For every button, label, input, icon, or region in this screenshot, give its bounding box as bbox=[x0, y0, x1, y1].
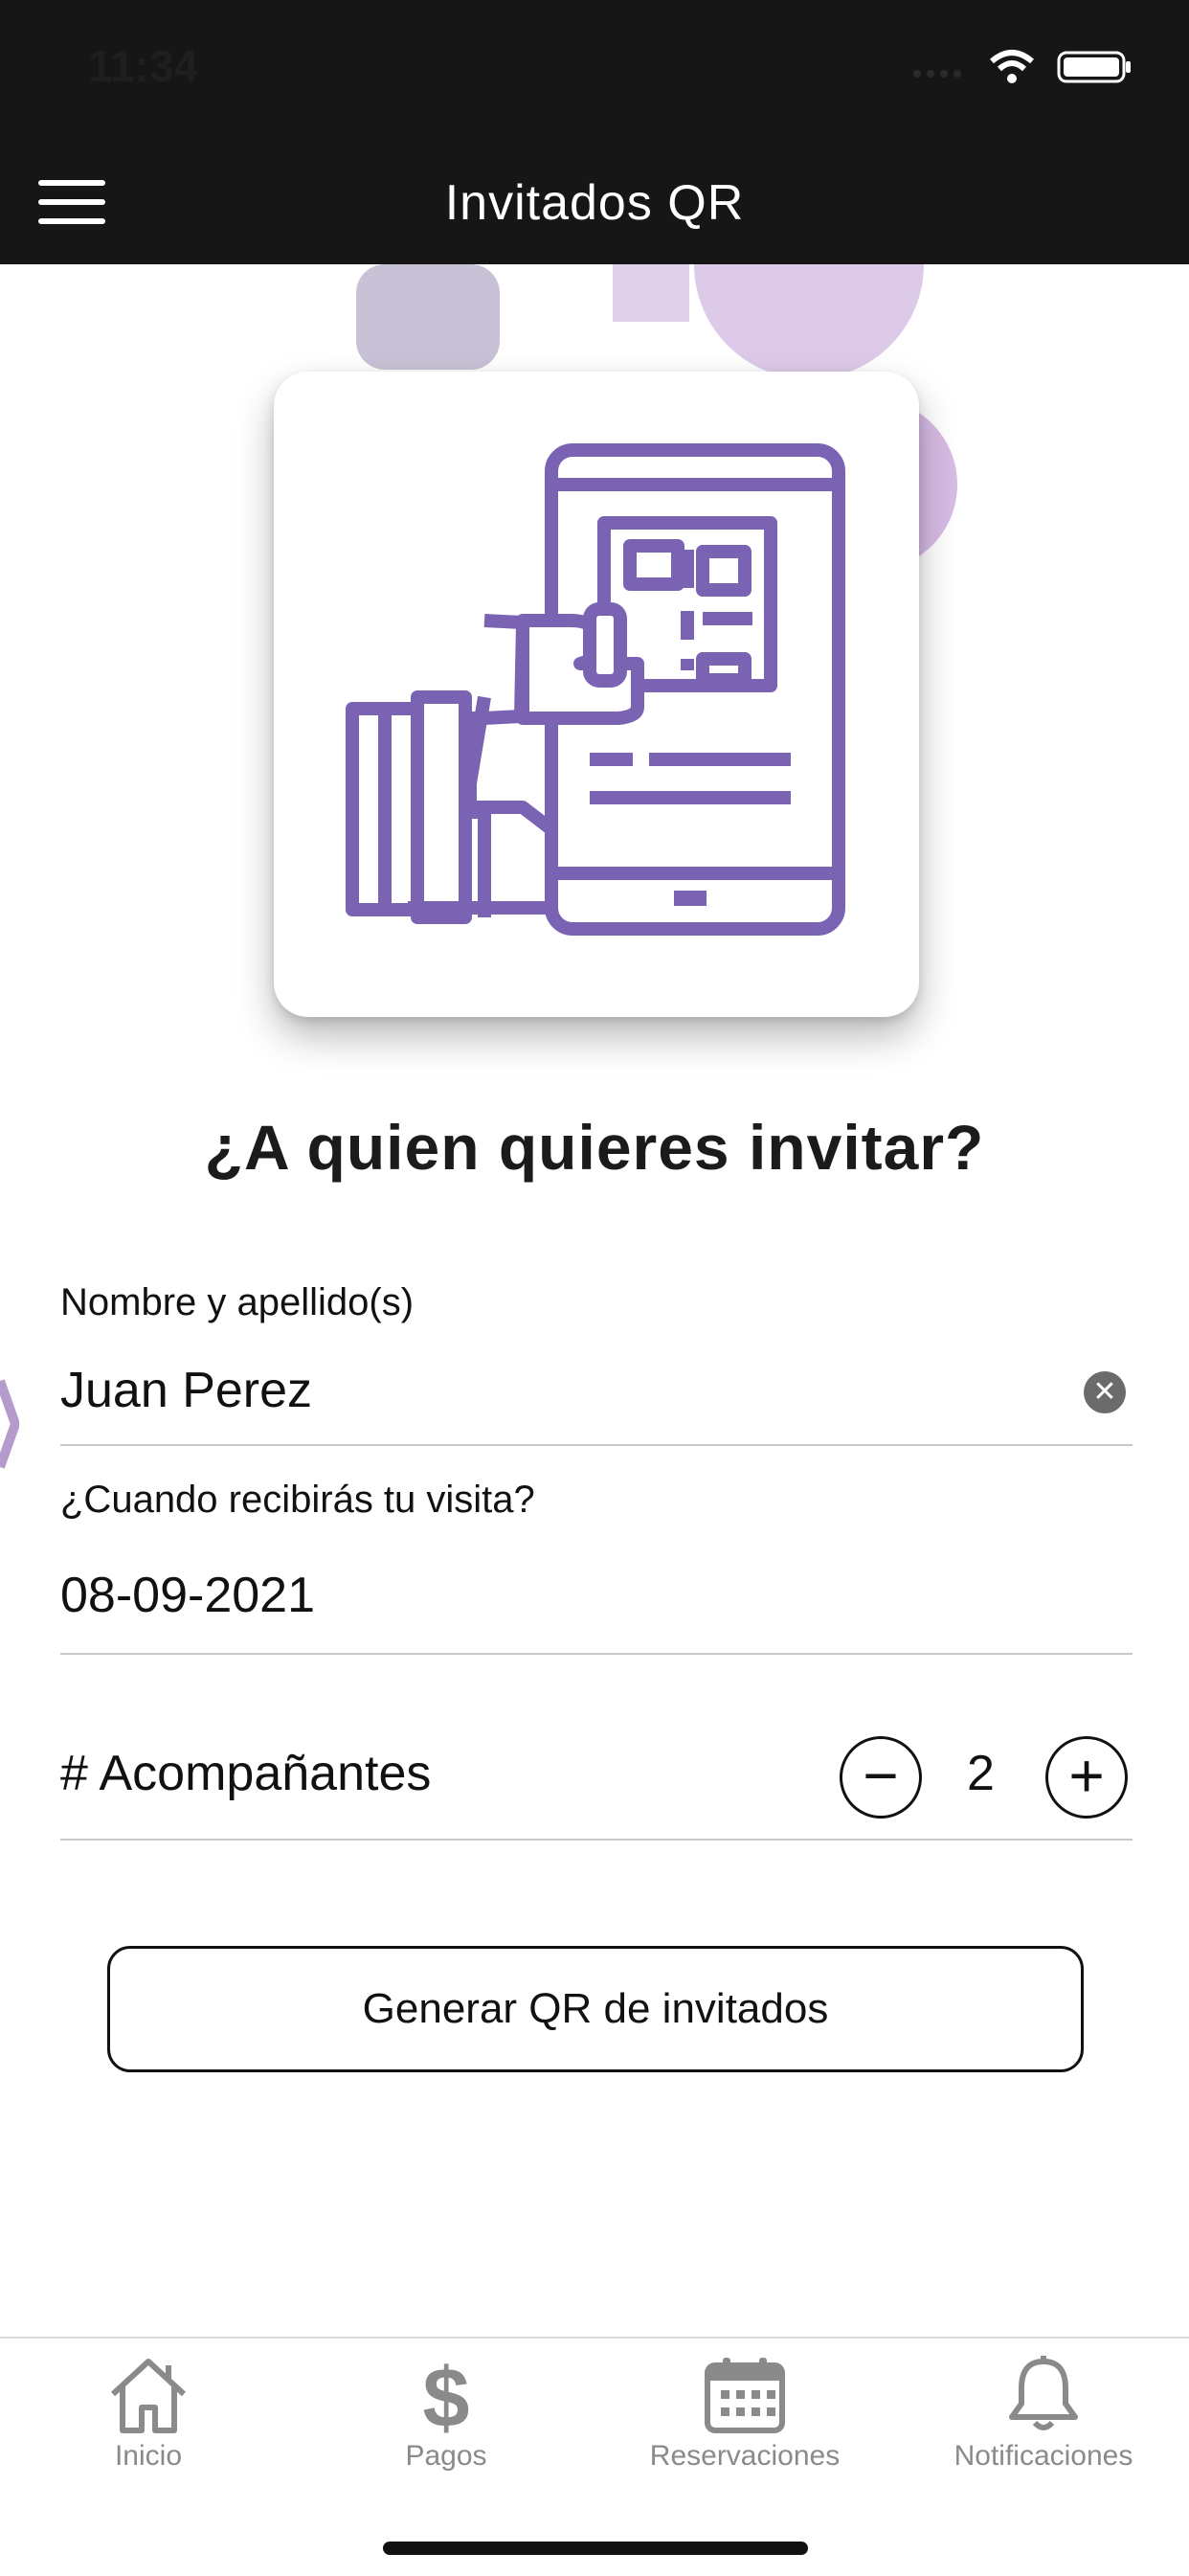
bell-icon bbox=[1009, 2356, 1078, 2430]
side-decoration-icon bbox=[0, 1379, 19, 1469]
home-icon bbox=[110, 2359, 187, 2433]
tab-pagos[interactable]: $ Pagos bbox=[322, 2354, 571, 2473]
name-input[interactable]: Juan Perez bbox=[60, 1362, 312, 1419]
invite-heading: ¿A quien quieres invitar? bbox=[204, 1112, 985, 1183]
date-field-divider bbox=[60, 1653, 1133, 1655]
name-field-divider bbox=[60, 1444, 1133, 1446]
phone-qr-hand-icon bbox=[346, 443, 845, 936]
battery-icon bbox=[1057, 51, 1131, 83]
companions-count: 2 bbox=[967, 1746, 995, 1801]
svg-text:$: $ bbox=[423, 2354, 470, 2434]
tab-inicio[interactable]: Inicio bbox=[24, 2354, 273, 2473]
signal-icon bbox=[913, 70, 961, 78]
calendar-icon bbox=[705, 2358, 785, 2433]
wifi-icon bbox=[990, 50, 1034, 83]
tab-bar: Inicio $ Pagos Reservaciones Notificacio… bbox=[0, 2337, 1189, 2576]
tab-label-notificaciones: Notificaciones bbox=[953, 2440, 1133, 2472]
generate-qr-button[interactable]: Generar QR de invitados bbox=[107, 1946, 1084, 2072]
clear-input-icon[interactable]: ✕ bbox=[1084, 1371, 1126, 1413]
decrement-button[interactable]: − bbox=[840, 1736, 922, 1819]
companions-label: # Acompañantes bbox=[60, 1746, 432, 1801]
page-title: Invitados QR bbox=[444, 175, 745, 231]
increment-button[interactable]: + bbox=[1045, 1736, 1128, 1819]
home-indicator bbox=[383, 2542, 808, 2555]
status-icons bbox=[909, 48, 1133, 86]
tab-label-pagos: Pagos bbox=[405, 2440, 487, 2472]
name-field-label: Nombre y apellido(s) bbox=[60, 1281, 415, 1323]
nav-bar: Invitados QR bbox=[0, 144, 1189, 264]
date-input[interactable]: 08-09-2021 bbox=[60, 1567, 315, 1624]
tab-label-inicio: Inicio bbox=[114, 2440, 183, 2472]
tab-notificaciones[interactable]: Notificaciones bbox=[919, 2354, 1168, 2473]
tab-label-reservaciones: Reservaciones bbox=[649, 2440, 841, 2472]
date-field-label: ¿Cuando recibirás tu visita? bbox=[60, 1479, 535, 1521]
status-bar: 11:34 bbox=[0, 0, 1189, 144]
companions-divider bbox=[60, 1839, 1133, 1841]
qr-illustration-card bbox=[274, 372, 919, 1017]
status-time: 11:34 bbox=[88, 41, 199, 91]
tab-reservaciones[interactable]: Reservaciones bbox=[620, 2354, 869, 2473]
dollar-icon: $ bbox=[423, 2354, 470, 2434]
